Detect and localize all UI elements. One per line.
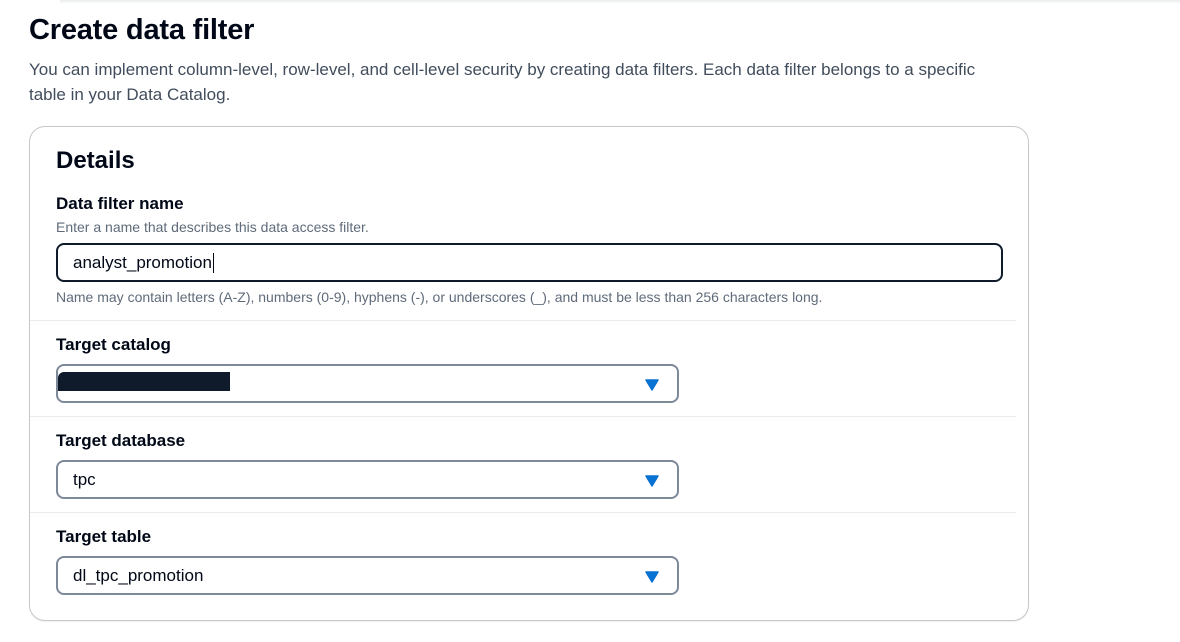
caret-down-filled-icon	[645, 475, 659, 487]
page-description: You can implement column-level, row-leve…	[29, 60, 976, 104]
filter-name-value: analyst_promotion	[73, 252, 212, 272]
header-shadow	[60, 0, 1180, 4]
filter-name-constraint: Name may contain letters (A-Z), numbers …	[56, 289, 823, 305]
divider	[30, 512, 1016, 513]
details-container: Details Data filter name Enter a name th…	[29, 126, 1029, 621]
target-table-select[interactable]: dl_tpc_promotion	[56, 556, 679, 595]
target-table-label: Target table	[56, 527, 152, 546]
target-catalog-label: Target catalog	[56, 335, 171, 354]
target-database-label: Target database	[56, 431, 186, 450]
caret-down-filled-icon	[645, 379, 659, 391]
caret-down-filled-icon	[645, 571, 659, 583]
target-database-select[interactable]: tpc	[56, 460, 679, 499]
filter-name-label: Data filter name	[56, 194, 184, 213]
divider	[30, 320, 1016, 321]
filter-name-description: Enter a name that describes this data ac…	[56, 219, 369, 235]
target-table-value: dl_tpc_promotion	[73, 565, 204, 585]
page-title: Create data filter	[29, 14, 255, 46]
divider	[30, 416, 1016, 417]
text-caret	[212, 252, 214, 273]
filter-name-input[interactable]: analyst_promotion	[56, 243, 1003, 282]
target-catalog-select[interactable]	[56, 364, 679, 403]
target-database-value: tpc	[73, 469, 96, 489]
redacted-catalog-value	[58, 372, 230, 391]
details-title: Details	[56, 147, 135, 174]
